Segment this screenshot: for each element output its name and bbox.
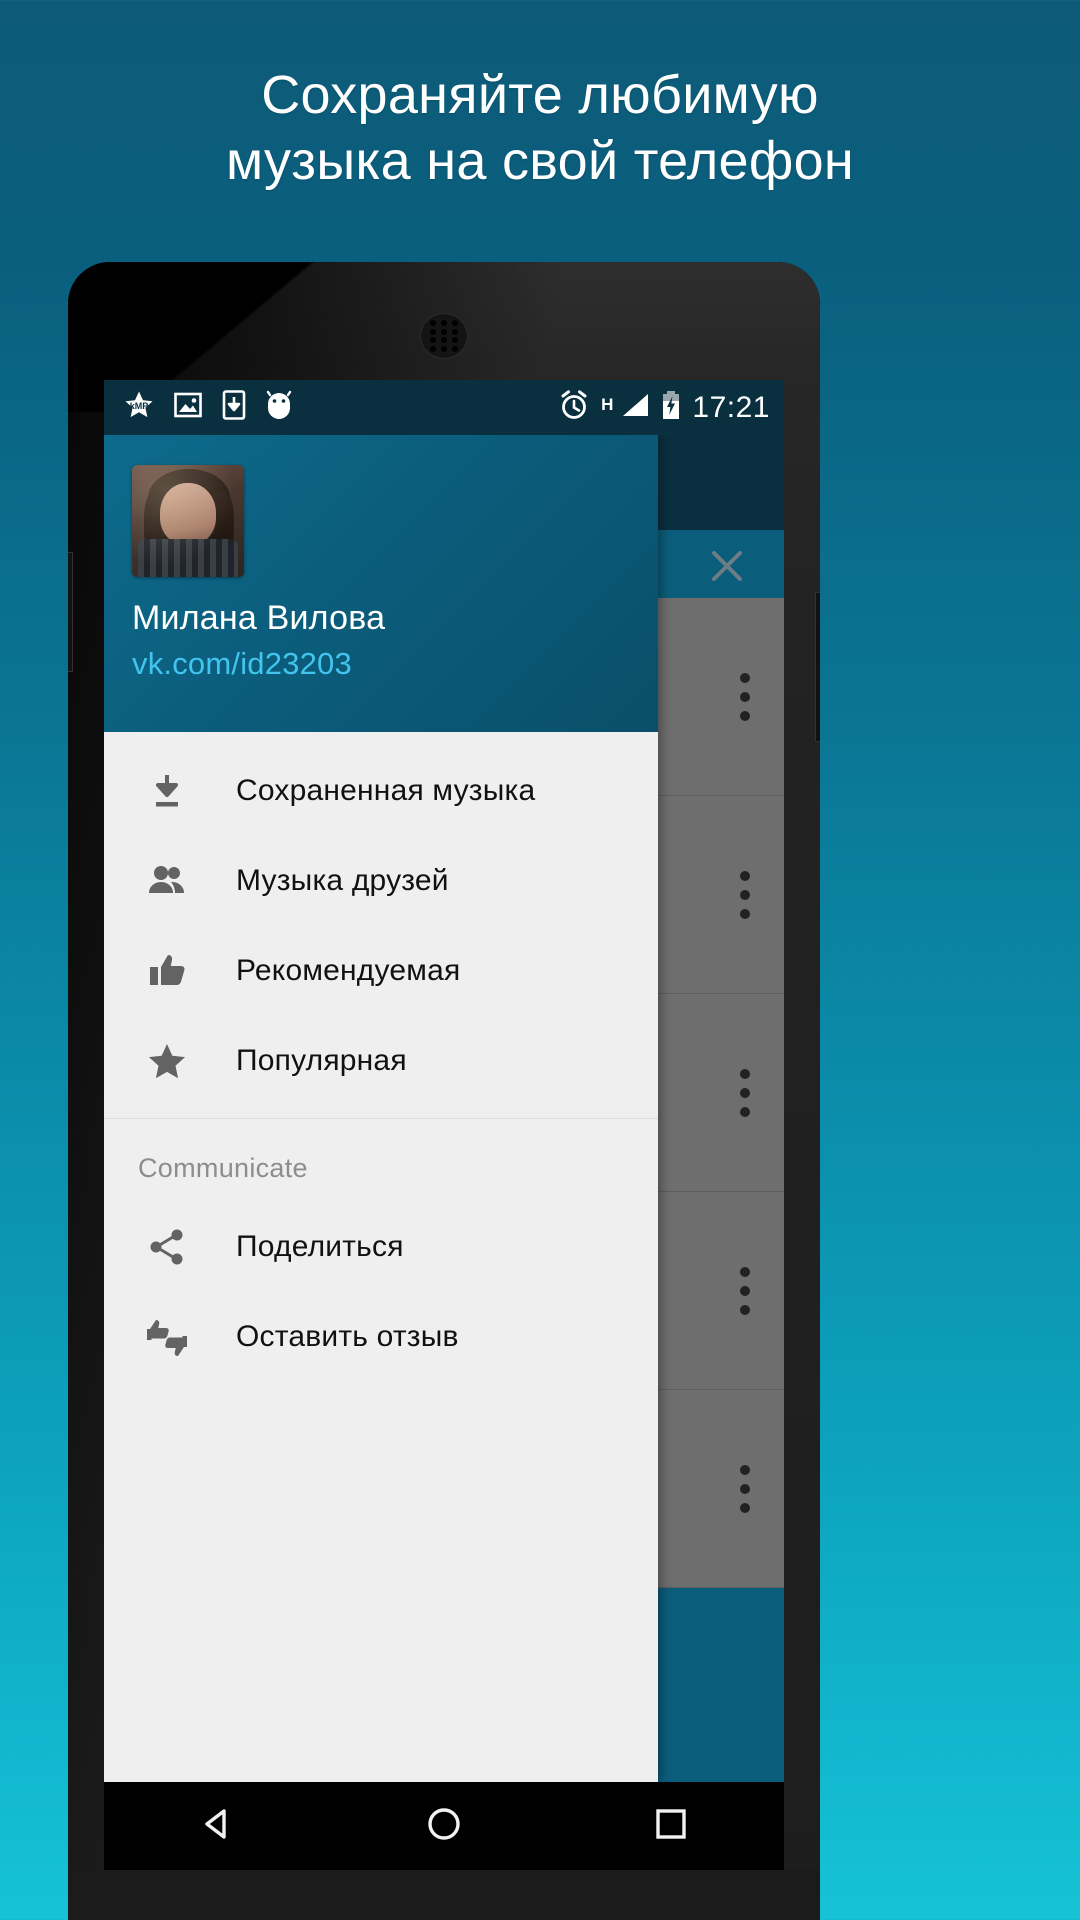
volume-button[interactable]	[68, 552, 73, 672]
people-icon	[138, 861, 196, 901]
gallery-icon	[174, 391, 202, 424]
share-icon	[138, 1227, 196, 1267]
signal-bars-icon	[620, 391, 650, 424]
svg-text:kMP: kMP	[130, 401, 149, 411]
network-type-label: H	[601, 395, 614, 414]
phone-mockup: Милана Вилова vk.com/id23203 Сохраненная…	[68, 262, 820, 1920]
status-bar-system-icons: H 17:21	[558, 389, 784, 426]
alarm-clock-icon	[558, 389, 590, 426]
avatar[interactable]	[132, 465, 244, 577]
menu-item-saved-music[interactable]: Сохраненная музыка	[104, 746, 658, 836]
status-bar-notification-icons: kMP	[104, 390, 292, 425]
promo-headline-line2: музыка на свой телефон	[225, 131, 855, 191]
overflow-menu-icon[interactable]	[740, 870, 750, 919]
navigation-drawer: Милана Вилова vk.com/id23203 Сохраненная…	[104, 435, 658, 1782]
star-icon	[138, 1041, 196, 1081]
menu-section-title: Communicate	[138, 1153, 308, 1183]
menu-item-label: Оставить отзыв	[236, 1320, 459, 1353]
overflow-menu-icon[interactable]	[740, 1068, 750, 1117]
menu-item-label: Музыка друзей	[236, 864, 449, 897]
overflow-menu-icon[interactable]	[740, 672, 750, 721]
home-circle-icon[interactable]	[424, 1804, 464, 1849]
profile-url[interactable]: vk.com/id23203	[132, 646, 630, 682]
overflow-menu-icon[interactable]	[740, 1266, 750, 1315]
download-to-phone-icon	[222, 390, 246, 425]
android-head-icon	[266, 390, 292, 425]
menu-item-share[interactable]: Поделиться	[104, 1202, 658, 1292]
system-navigation-bar	[104, 1782, 784, 1870]
menu-item-label: Поделиться	[236, 1230, 404, 1263]
menu-item-recommended[interactable]: Рекомендуемая	[104, 926, 658, 1016]
back-triangle-icon[interactable]	[197, 1804, 237, 1849]
thumb-up-icon	[138, 951, 196, 991]
menu-item-label: Рекомендуемая	[236, 954, 461, 987]
promo-headline: Сохраняйте любимую музыка на свой телефо…	[0, 62, 1080, 194]
power-button[interactable]	[815, 592, 820, 742]
phone-screen: Милана Вилова vk.com/id23203 Сохраненная…	[104, 380, 784, 1782]
overflow-menu-icon[interactable]	[740, 1464, 750, 1513]
menu-item-label: Популярная	[236, 1044, 407, 1077]
phone-chin	[68, 1870, 820, 1920]
promo-headline-line1: Сохраняйте любимую	[261, 65, 819, 125]
status-bar: kMP H 17:21	[104, 380, 784, 435]
menu-item-feedback[interactable]: Оставить отзыв	[104, 1292, 658, 1382]
kmp-star-icon: kMP	[124, 390, 154, 425]
drawer-menu: Сохраненная музыка Музыка друзей Рекомен…	[104, 732, 658, 1782]
menu-item-friends-music[interactable]: Музыка друзей	[104, 836, 658, 926]
close-icon[interactable]	[704, 543, 750, 589]
menu-item-popular[interactable]: Популярная	[104, 1016, 658, 1106]
earpiece-speaker-grille	[421, 314, 467, 358]
drawer-header: Милана Вилова vk.com/id23203	[104, 435, 658, 732]
status-bar-clock: 17:21	[692, 390, 770, 424]
menu-item-label: Сохраненная музыка	[236, 774, 536, 807]
profile-name: Милана Вилова	[132, 599, 386, 637]
battery-charging-icon	[661, 390, 681, 425]
recents-square-icon[interactable]	[651, 1804, 691, 1849]
download-icon	[138, 771, 196, 811]
thumbs-feedback-icon	[138, 1317, 196, 1357]
